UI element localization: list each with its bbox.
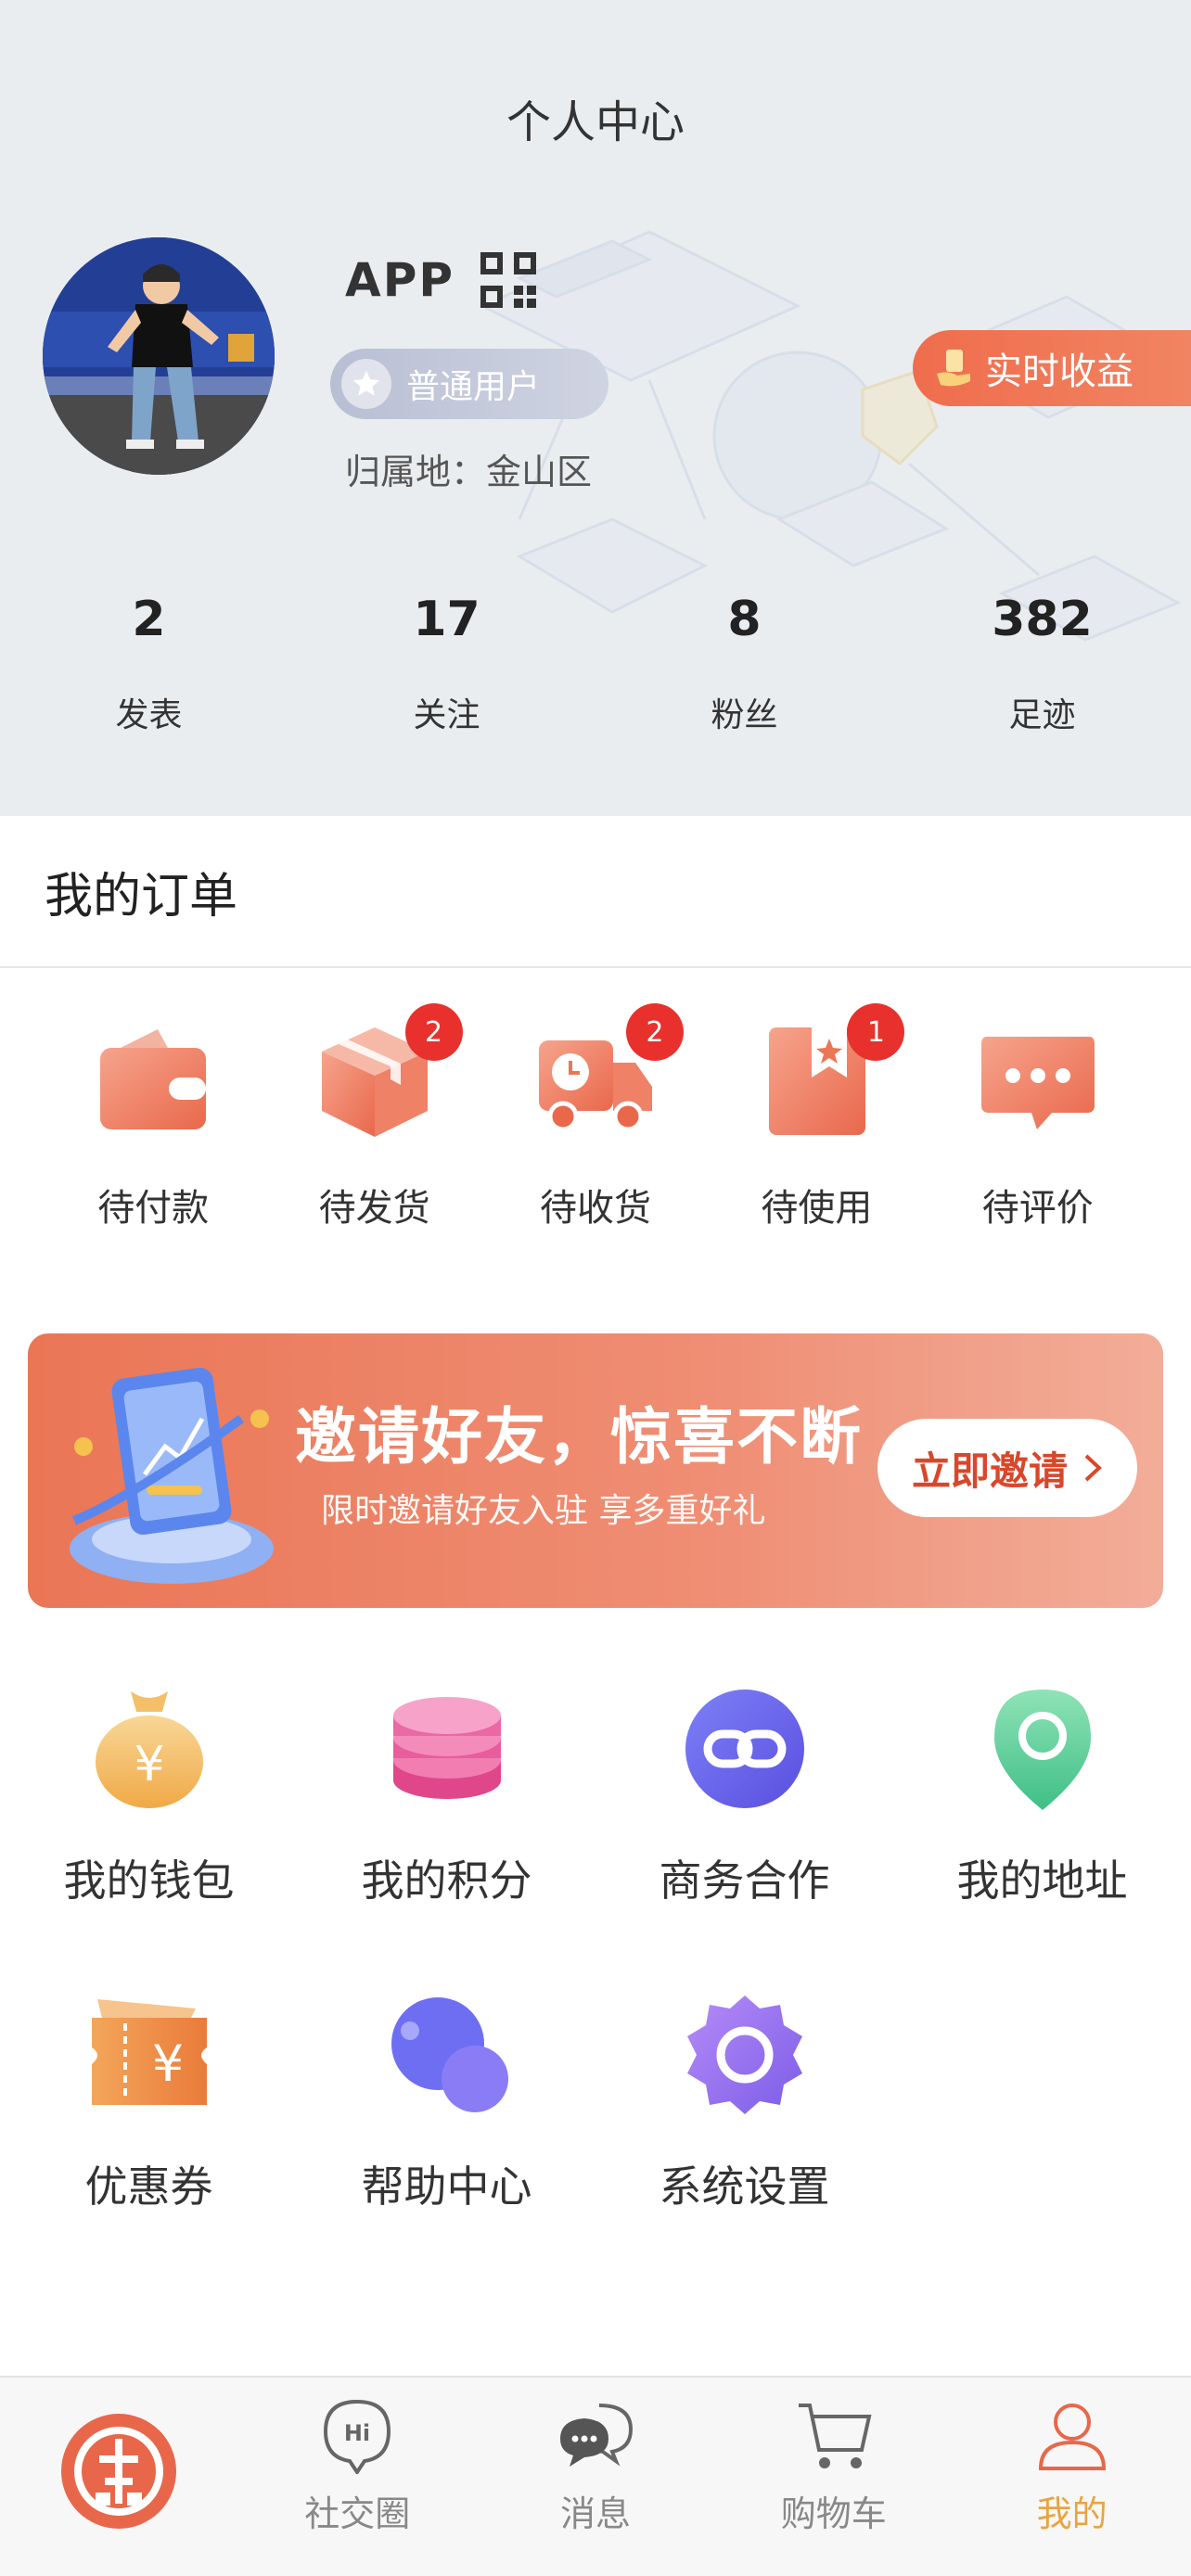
order-label: 待发货 (318, 1187, 430, 1230)
svg-text:Hi: Hi (344, 2420, 370, 2446)
tab-messages[interactable]: 消息 (477, 2378, 715, 2576)
tab-label: 购物车 (780, 2493, 887, 2534)
coin-stack-icon (392, 1697, 501, 1799)
avatar-image (43, 237, 275, 475)
services-grid: ¥ 我的钱包 我的积分 商务合作 我的地址 ¥ 优惠券 帮助中心 系统设置 (0, 1684, 1191, 2296)
help-bubbles-icon (391, 1997, 508, 2112)
order-label: 待评价 (981, 1187, 1094, 1230)
service-label: 系统设置 (659, 2162, 830, 2212)
service-label: 我的地址 (956, 1855, 1128, 1906)
tab-label: 社交圈 (304, 2493, 411, 2534)
stat-following[interactable]: 17 关注 (298, 584, 596, 736)
order-status-row: 待付款 2 待发货 2 待收货 1 待使用 待评价 (0, 992, 1191, 1270)
service-coupons[interactable]: ¥ 优惠券 (0, 1990, 298, 2296)
avatar[interactable] (43, 237, 275, 475)
stat-value: 17 (413, 592, 480, 647)
service-label: 我的积分 (361, 1855, 532, 1906)
service-label: 优惠券 (84, 2162, 213, 2212)
service-address[interactable]: 我的地址 (893, 1684, 1191, 1990)
order-icon-wrap: 1 (756, 1003, 905, 1141)
service-business[interactable]: 商务合作 (596, 1684, 893, 1990)
location-text: 归属地：金山区 (345, 452, 593, 492)
order-label: 待使用 (761, 1187, 873, 1230)
location-pin-icon (993, 1690, 1091, 1810)
tab-label: 消息 (559, 2493, 631, 2534)
stat-value: 2 (132, 592, 166, 647)
home-logo-icon (61, 2414, 177, 2529)
tab-cart[interactable]: 购物车 (714, 2378, 953, 2576)
link-icon (685, 1690, 804, 1808)
app-name-row: APP (345, 250, 538, 310)
order-pending-use[interactable]: 1 待使用 (724, 992, 909, 1270)
order-icon-wrap: 2 (314, 1003, 463, 1141)
stat-value: 382 (992, 592, 1093, 647)
stat-followers[interactable]: 8 粉丝 (596, 584, 893, 736)
member-level-badge[interactable]: 普通用户 (330, 349, 608, 419)
member-level-label: 普通用户 (406, 368, 541, 406)
count-badge: 1 (847, 1003, 905, 1061)
profile-header: 个人中心 APP 普通用户 归属地：金山区 实时收益 2 发表 17 关注 8 … (0, 0, 1191, 816)
count-badge: 2 (404, 1003, 463, 1061)
money-bag-icon: ¥ (95, 1691, 203, 1808)
cart-icon (798, 2404, 872, 2468)
service-help[interactable]: 帮助中心 (298, 1990, 596, 2296)
order-label: 待收货 (539, 1187, 651, 1230)
services-row: ¥ 我的钱包 我的积分 商务合作 我的地址 (0, 1684, 1191, 1990)
settings-gear-icon (686, 1996, 802, 2114)
tab-social[interactable]: Hi 社交圈 (238, 2378, 477, 2576)
order-pending-shipment[interactable]: 2 待发货 (282, 992, 467, 1270)
service-points[interactable]: 我的积分 (298, 1684, 596, 1990)
service-settings[interactable]: 系统设置 (596, 1990, 893, 2296)
service-label: 帮助中心 (361, 2162, 532, 2212)
message-icon (559, 2404, 633, 2467)
realtime-earnings-label: 实时收益 (985, 351, 1133, 393)
order-pending-receipt[interactable]: 2 待收货 (503, 992, 688, 1270)
svg-text:¥: ¥ (151, 2034, 183, 2093)
stats-row: 2 发表 17 关注 8 粉丝 382 足迹 (0, 584, 1191, 736)
chat-bubble-icon (980, 1037, 1095, 1129)
coupon-icon: ¥ (91, 1999, 207, 2105)
stat-label: 发表 (115, 696, 183, 734)
service-label: 我的钱包 (63, 1855, 235, 1906)
stat-posts[interactable]: 2 发表 (0, 584, 298, 736)
order-icon-wrap: 2 (535, 1003, 684, 1141)
stat-history[interactable]: 382 足迹 (893, 584, 1191, 736)
wallet-icon (100, 1029, 207, 1129)
chevron-right-icon (1084, 1454, 1102, 1482)
tab-mine[interactable]: 我的 (953, 2378, 1191, 2576)
service-wallet[interactable]: ¥ 我的钱包 (0, 1684, 298, 1990)
stat-label: 足迹 (1008, 696, 1076, 734)
banner-subtitle: 限时邀请好友入驻 享多重好礼 (321, 1492, 766, 1530)
bottom-tab-bar: Hi 社交圈 消息 购物车 我的 (0, 2376, 1191, 2576)
page-title: 个人中心 (506, 96, 685, 148)
hi-bubble-icon: Hi (324, 2399, 391, 2474)
money-hand-icon (937, 350, 970, 387)
orders-title: 我的订单 (45, 868, 238, 925)
orders-header[interactable]: 我的订单 (0, 816, 1191, 968)
tab-label: 我的 (1036, 2493, 1108, 2534)
services-row: ¥ 优惠券 帮助中心 系统设置 (0, 1990, 1191, 2296)
user-icon (1038, 2404, 1106, 2470)
star-icon (341, 359, 391, 409)
svg-text:¥: ¥ (134, 1737, 164, 1792)
invite-banner[interactable]: 邀请好友，惊喜不断 限时邀请好友入驻 享多重好礼 立即邀请 (28, 1333, 1163, 1608)
stat-label: 关注 (413, 696, 480, 734)
phone-growth-illustration (70, 1367, 274, 1584)
realtime-earnings-button[interactable]: 实时收益 (913, 330, 1191, 406)
qr-code-icon[interactable] (479, 250, 538, 310)
order-pending-payment[interactable]: 待付款 (60, 992, 246, 1270)
invite-now-label: 立即邀请 (911, 1447, 1068, 1494)
banner-title: 邀请好友，惊喜不断 (295, 1401, 863, 1473)
stat-label: 粉丝 (711, 696, 778, 734)
order-label: 待付款 (97, 1187, 210, 1230)
order-pending-review[interactable]: 待评价 (945, 992, 1131, 1270)
service-label: 商务合作 (659, 1855, 830, 1906)
stat-value: 8 (727, 592, 762, 647)
tab-home[interactable] (0, 2378, 238, 2576)
app-name: APP (345, 253, 455, 307)
invite-now-button[interactable]: 立即邀请 (877, 1419, 1137, 1517)
count-badge: 2 (625, 1003, 684, 1061)
